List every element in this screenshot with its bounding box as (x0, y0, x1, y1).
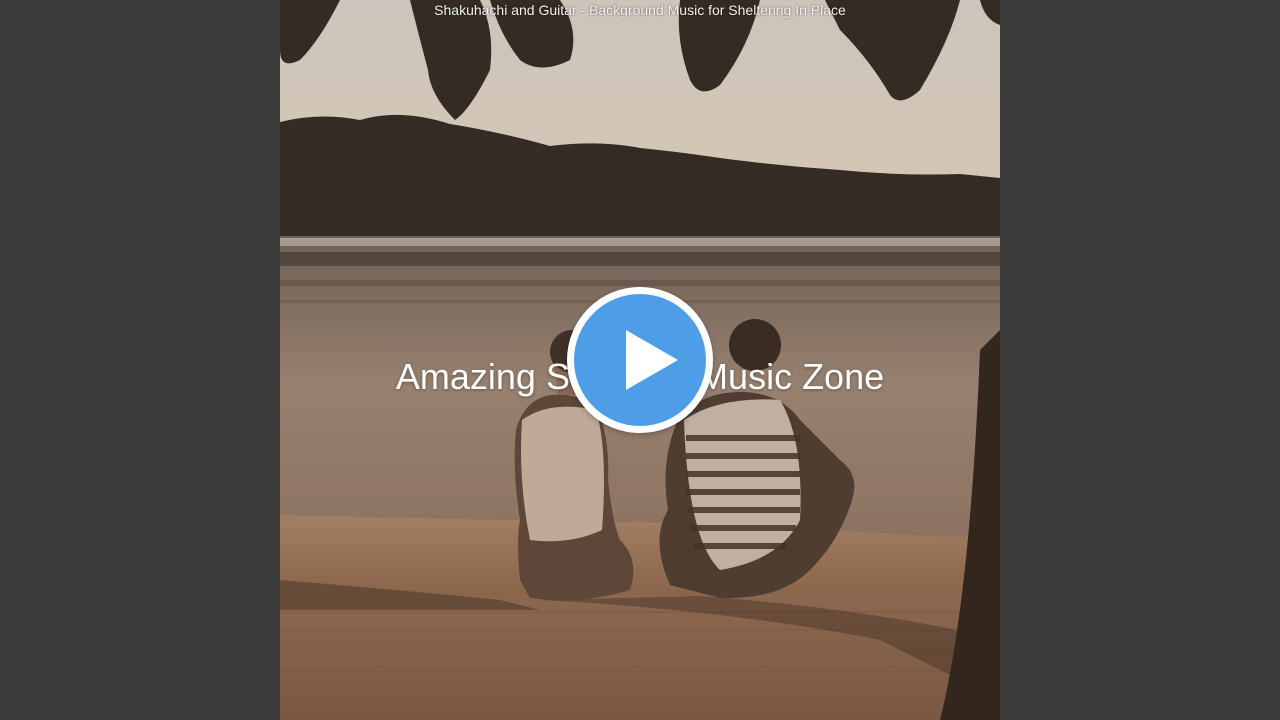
play-button[interactable] (567, 287, 713, 433)
video-player[interactable]: Shakuhachi and Guitar - Background Music… (0, 0, 1280, 720)
play-icon (626, 330, 678, 390)
play-button-circle (574, 294, 706, 426)
video-title[interactable]: Shakuhachi and Guitar - Background Music… (0, 1, 1280, 19)
